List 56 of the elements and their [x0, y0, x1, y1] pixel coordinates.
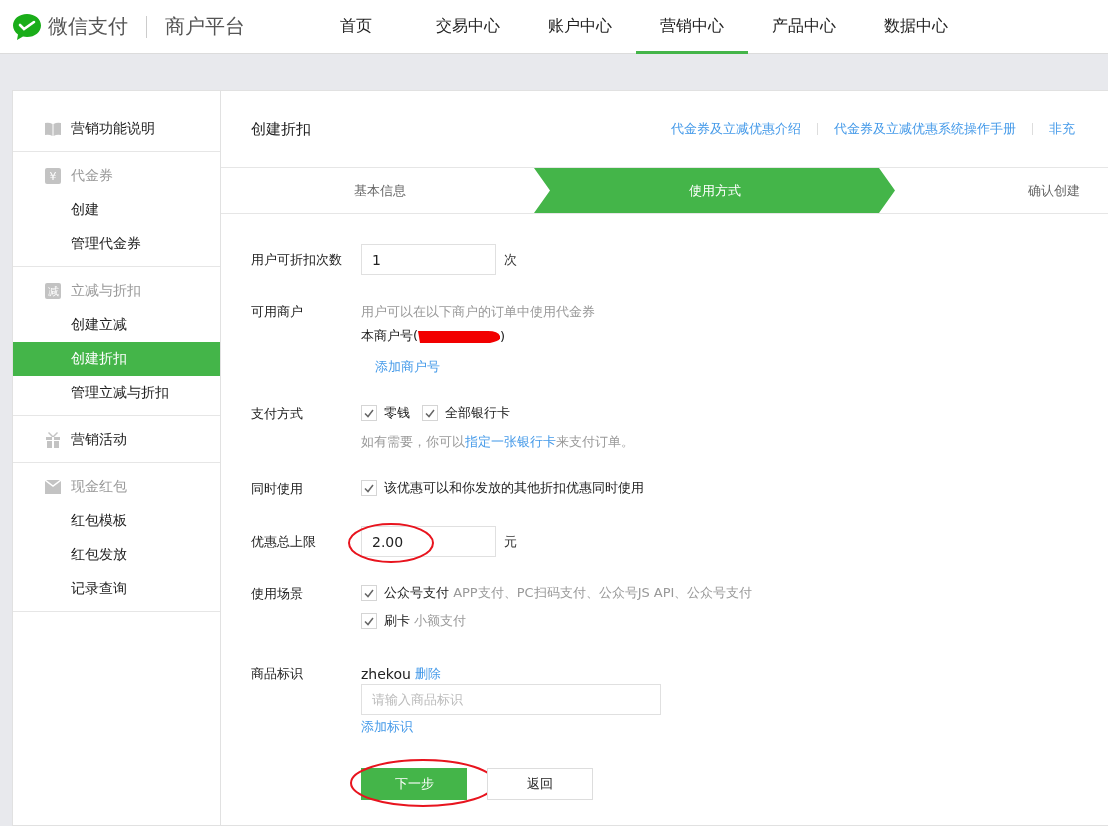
nav-tab[interactable]: 账户中心	[524, 0, 636, 54]
number-field[interactable]: 2.00	[361, 526, 496, 557]
sidebar-item[interactable]: 红包发放	[13, 538, 220, 572]
sidebar-item[interactable]: 红包模板	[13, 504, 220, 538]
field-label: 可用商户	[251, 303, 304, 321]
sidebar-item[interactable]: 创建立减	[13, 308, 220, 342]
unit-label: 元	[504, 532, 517, 551]
option-label: 零钱	[384, 404, 410, 422]
note-text: 如有需要，你可以指定一张银行卡来支付订单。	[361, 433, 634, 451]
option-label: 公众号支付 APP支付、PC扫码支付、公众号JS API、公众号支付	[384, 584, 753, 602]
nav-tab[interactable]: 首页	[300, 0, 412, 54]
field-label: 商品标识	[251, 665, 304, 683]
sidebar-heading: 代金券	[71, 167, 113, 185]
sidebar-item[interactable]: 营销功能说明	[71, 120, 155, 138]
option-label: 全部银行卡	[445, 404, 510, 422]
page-title: 创建折扣	[251, 119, 312, 139]
sidebar-item[interactable]: 管理立减与折扣	[13, 376, 220, 410]
field-label: 用户可折扣次数	[251, 251, 343, 269]
option-label: 该优惠可以和你发放的其他折扣优惠同时使用	[384, 479, 644, 497]
merchant-id-text: )	[500, 328, 506, 344]
field-label: 优惠总上限	[251, 533, 317, 551]
sidebar-item[interactable]: 营销活动	[71, 431, 127, 449]
logo-icon	[12, 12, 42, 41]
hint-text: 用户可以在以下商户的订单中使用代金券	[361, 303, 595, 321]
product-name: 商户平台	[165, 13, 245, 40]
merchant-id-text: 本商户号(	[361, 327, 419, 345]
nav-tab[interactable]: 产品中心	[748, 0, 860, 54]
envelope-icon	[45, 480, 61, 494]
step-label: 确认创建	[1027, 181, 1081, 200]
checkbox[interactable]	[361, 405, 377, 421]
field-label: 同时使用	[251, 480, 304, 498]
unit-label: 次	[504, 250, 517, 269]
nav-tab[interactable]: 交易中心	[412, 0, 524, 54]
back-button[interactable]: 返回	[487, 768, 593, 800]
option-label: 刷卡 小额支付	[384, 612, 467, 630]
nav-tab[interactable]: 营销中心	[636, 0, 748, 54]
number-field[interactable]: 1	[361, 244, 496, 275]
sidebar-heading: 立减与折扣	[71, 282, 141, 300]
brand-name: 微信支付	[48, 13, 128, 40]
sidebar-heading: 现金红包	[71, 478, 127, 496]
step-label: 基本信息	[352, 181, 407, 200]
checkbox[interactable]	[361, 613, 377, 629]
checkbox[interactable]	[361, 585, 377, 601]
voucher-icon: ¥	[45, 168, 61, 184]
tag-text: zhekou	[361, 666, 411, 682]
tag-input-field[interactable]: 请输入商品标识	[361, 684, 661, 715]
checkbox[interactable]	[361, 480, 377, 496]
gift-icon	[45, 432, 61, 448]
field-label: 使用场景	[251, 585, 304, 603]
sidebar-item[interactable]: 创建	[13, 193, 220, 227]
sidebar-item[interactable]: 记录查询	[13, 572, 220, 606]
nav-tab[interactable]: 数据中心	[860, 0, 972, 54]
sidebar-item[interactable]: 管理代金券	[13, 227, 220, 261]
book-icon	[45, 122, 61, 136]
field-label: 支付方式	[251, 405, 304, 423]
checkbox[interactable]	[422, 405, 438, 421]
